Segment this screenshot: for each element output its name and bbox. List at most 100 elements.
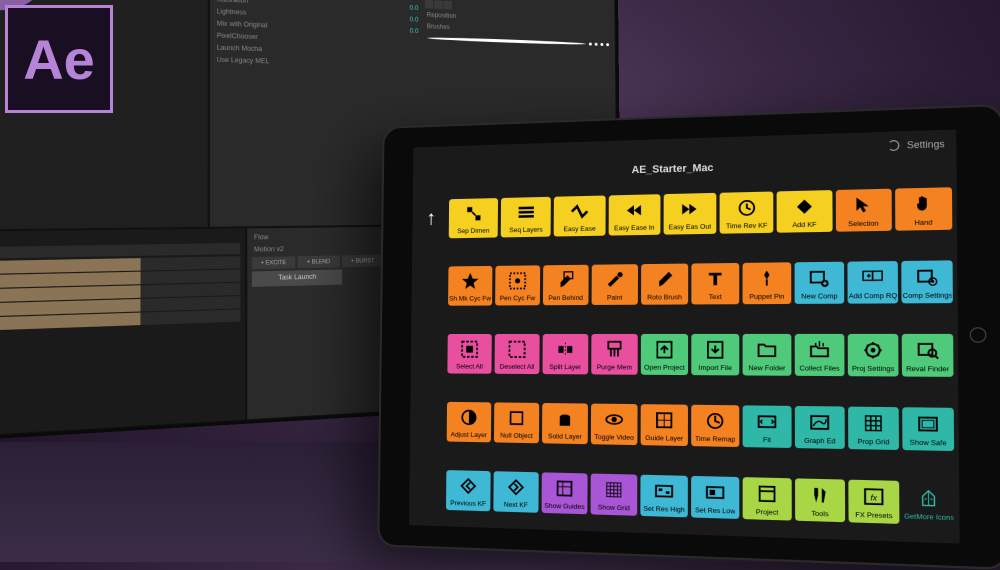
solid-layer-button[interactable]: Solid Layer	[542, 403, 588, 444]
button-label: Set Res High	[643, 505, 684, 514]
button-label: Purge Mem	[597, 364, 632, 371]
easy-eas-out-button[interactable]: Easy Eas Out	[663, 193, 716, 235]
reval-finder-button[interactable]: Reval Finder	[902, 334, 954, 377]
button-label: Set Res Low	[695, 506, 735, 515]
graph-ed-button[interactable]: Graph Ed	[795, 406, 845, 449]
text-button[interactable]: Text	[691, 263, 739, 305]
new-folder-button[interactable]: New Folder	[743, 334, 792, 376]
add-kf-button[interactable]: Add KF	[777, 191, 832, 234]
import-file-button[interactable]: Import File	[691, 334, 739, 375]
button-label: Null Object	[500, 432, 533, 440]
collect-files-button[interactable]: Collect Files	[795, 334, 845, 376]
show-grid-button[interactable]: Show Grid	[591, 473, 638, 515]
fit-icon	[753, 408, 782, 434]
prop-grid-button[interactable]: Prop Grid	[848, 406, 899, 449]
paint-button[interactable]: Paint	[592, 264, 638, 305]
project-button[interactable]: Project	[743, 477, 792, 520]
toggle-video-button[interactable]: Toggle Video	[591, 403, 638, 445]
show-guides-button[interactable]: Show Guides	[542, 472, 588, 514]
easy-ease-button[interactable]: Easy Ease	[554, 196, 605, 237]
toolkit-button[interactable]: + EXCITE	[252, 257, 295, 270]
fx-presets-button[interactable]: fxFX Presets	[848, 479, 899, 523]
button-label: Paint	[607, 295, 623, 302]
button-label: Solid Layer	[548, 433, 582, 441]
toolkit-button[interactable]: + BURST	[342, 255, 383, 268]
refresh-icon[interactable]	[888, 140, 900, 151]
getmore-icons-button[interactable]: GetMore Icons	[903, 480, 955, 525]
proj-settings-button[interactable]: Proj Settings	[848, 334, 899, 377]
button-label: Pen Cyc Fw	[500, 295, 536, 302]
time-remap-button[interactable]: Time Remap	[691, 405, 739, 447]
graph-icon	[805, 409, 835, 435]
show-safe-button[interactable]: Show Safe	[902, 407, 954, 451]
button-label: Proj Settings	[852, 365, 894, 373]
grid-icon	[858, 410, 888, 437]
button-label: Previous KF	[450, 499, 486, 507]
split-layer-button[interactable]: Split Layer	[542, 334, 588, 374]
reveal-icon	[912, 337, 943, 363]
fx-val[interactable]: 0.0	[410, 17, 419, 24]
button-label: Graph Ed	[804, 437, 836, 445]
sh-mk-cyc-fw-button[interactable]: Sh Mk Cyc Fw	[448, 266, 492, 306]
button-label: Fit	[763, 436, 771, 444]
ease-icon	[566, 199, 593, 224]
fx-val[interactable]: 0.0	[410, 28, 419, 35]
button-label: Easy Eas Out	[669, 224, 712, 232]
import-icon	[701, 337, 729, 362]
new-comp-button[interactable]: New Comp	[795, 262, 845, 304]
hand-button[interactable]: Hand	[895, 188, 952, 231]
roto-brush-button[interactable]: Roto Brush	[641, 264, 688, 305]
seq-layers-button[interactable]: Seq Layers	[501, 197, 551, 238]
pen-cyc-fw-button[interactable]: Pen Cyc Fw	[495, 266, 540, 306]
purge-icon	[601, 337, 628, 362]
showgrid-icon	[600, 476, 628, 502]
fit-button[interactable]: Fit	[743, 405, 792, 448]
settings-link[interactable]: Settings	[907, 139, 945, 151]
deselect-all-button[interactable]: Deselect All	[495, 334, 540, 374]
text-icon	[701, 266, 729, 292]
button-label: Easy Ease	[563, 226, 595, 234]
task-launch-button[interactable]: Task Launch	[252, 270, 342, 288]
purge-mem-button[interactable]: Purge Mem	[591, 334, 638, 375]
button-label: Add Comp RQ	[849, 293, 897, 301]
set-res-low-button[interactable]: Set Res Low	[691, 475, 739, 518]
timeline-panel[interactable]: 20s	[0, 228, 246, 442]
reslow-icon	[701, 479, 730, 505]
comp-settings-button[interactable]: Comp Settings	[901, 261, 953, 304]
button-label: Seq Layers	[509, 227, 543, 235]
set-res-high-button[interactable]: Set Res High	[640, 474, 687, 517]
previous-kf-button[interactable]: Previous KF	[446, 470, 491, 511]
button-label: Roto Brush	[647, 294, 682, 302]
button-label: Show Grid	[598, 504, 630, 512]
cursor-icon	[848, 193, 878, 219]
null-object-button[interactable]: Null Object	[494, 402, 539, 443]
button-label: Adjust Layer	[451, 431, 487, 439]
open-project-button[interactable]: Open Project	[641, 334, 688, 375]
back-arrow-icon[interactable]: ↑	[416, 200, 446, 240]
pen-behind-button[interactable]: Pen Behind	[543, 265, 589, 305]
sep-dimen-button[interactable]: Sep Dimen	[449, 198, 499, 238]
button-label: Toggle Video	[594, 434, 634, 442]
paint-icon	[601, 268, 628, 293]
button-label: Select All	[456, 363, 483, 370]
adjust-layer-button[interactable]: Adjust Layer	[447, 402, 492, 442]
button-label: Tools	[811, 510, 828, 518]
easy-ease-in-button[interactable]: Easy Ease In	[608, 195, 660, 236]
penbehind-icon	[552, 268, 579, 293]
add-comp-rq-button[interactable]: Add Comp RQ	[847, 261, 898, 304]
puppet-pin-button[interactable]: Puppet Pin	[743, 263, 792, 305]
selection-button[interactable]: Selection	[835, 189, 891, 232]
tools-button[interactable]: Tools	[795, 478, 845, 522]
next-kf-button[interactable]: Next KF	[493, 471, 538, 513]
fx-val[interactable]: 0.0	[410, 5, 419, 12]
toolkit-button[interactable]: + BLEND	[297, 256, 339, 269]
button-row: Select All Deselect AllSplit Layer Purge M…	[415, 334, 954, 377]
button-label: Open Project	[644, 364, 685, 372]
guide-layer-button[interactable]: Guide Layer	[641, 404, 688, 446]
nextkf-icon	[503, 474, 530, 500]
select-all-button[interactable]: Select All	[447, 334, 491, 374]
time-rev-kf-button[interactable]: Time Rev KF	[720, 192, 774, 234]
adjust-icon	[456, 405, 482, 430]
addkf-icon	[790, 194, 819, 220]
button-label: Collect Files	[800, 365, 840, 373]
